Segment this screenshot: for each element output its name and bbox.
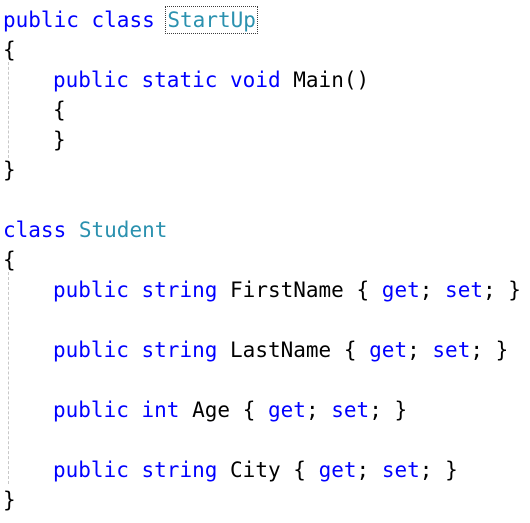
class-name-startup[interactable]: StartUp [165, 6, 258, 34]
code-line-brace[interactable]: } [3, 485, 16, 515]
semicolon: ; [419, 278, 433, 302]
property-name: City [230, 458, 281, 482]
property-name: LastName [230, 338, 332, 362]
code-line-brace[interactable]: { [53, 95, 66, 125]
semicolon: ; [419, 458, 433, 482]
brace: { [343, 338, 357, 362]
type-keyword: string [141, 338, 218, 362]
semicolon: ; [482, 278, 496, 302]
code-line-property-lastname[interactable]: public string LastName { get; set; } [53, 335, 508, 365]
code-line-brace[interactable]: } [53, 125, 66, 155]
accessor-get: get [369, 338, 408, 362]
class-name-student: Student [78, 218, 168, 242]
semicolon: ; [470, 338, 483, 362]
accessor-get: get [268, 398, 306, 422]
accessor-set: set [381, 458, 420, 482]
semicolon: ; [356, 458, 370, 482]
code-line-brace[interactable]: { [3, 35, 16, 65]
code-line-class-student[interactable]: class Student [3, 215, 167, 245]
accessor-set: set [445, 278, 483, 302]
type-keyword: string [141, 278, 218, 302]
brace: { [53, 98, 66, 122]
code-line-brace[interactable]: } [3, 155, 16, 185]
semicolon: ; [407, 338, 420, 362]
brace: { [356, 278, 370, 302]
brace: { [3, 248, 16, 272]
code-line-property-firstname[interactable]: public string FirstName { get; set; } [53, 275, 521, 305]
brace: } [53, 128, 66, 152]
keyword: class [3, 218, 67, 242]
code-editor[interactable]: public class StartUp { public static voi… [0, 0, 530, 523]
keyword: public [53, 278, 129, 302]
code-line-brace[interactable]: { [3, 245, 16, 275]
type-keyword: int [141, 398, 180, 422]
accessor-get: get [318, 458, 357, 482]
keyword: class [91, 8, 155, 32]
method-name: Main() [293, 68, 370, 92]
code-line-property-city[interactable]: public string City { get; set; } [53, 455, 458, 485]
accessor-get: get [381, 278, 420, 302]
keyword: void [230, 68, 281, 92]
keyword: public [53, 68, 129, 92]
property-name: Age [192, 398, 231, 422]
keyword: static [141, 68, 218, 92]
semicolon: ; [305, 398, 319, 422]
keyword: public [53, 458, 129, 482]
code-line-class-startup[interactable]: public class StartUp [3, 5, 258, 35]
brace: } [394, 398, 408, 422]
keyword: public [53, 398, 129, 422]
code-line-property-age[interactable]: public int Age { get; set; } [53, 395, 407, 425]
property-name: FirstName [230, 278, 344, 302]
accessor-set: set [331, 398, 370, 422]
keyword: public [3, 8, 79, 32]
accessor-set: set [432, 338, 471, 362]
brace: { [293, 458, 306, 482]
brace: { [242, 398, 256, 422]
brace: } [3, 488, 16, 512]
indent-guide [8, 272, 9, 484]
brace: } [445, 458, 458, 482]
brace: { [3, 38, 16, 62]
code-line-main-method[interactable]: public static void Main() [53, 65, 369, 95]
semicolon: ; [369, 398, 382, 422]
indent-guide [8, 62, 9, 158]
brace: } [495, 338, 509, 362]
brace: } [508, 278, 521, 302]
type-keyword: string [141, 458, 218, 482]
brace: } [3, 158, 16, 182]
keyword: public [53, 338, 129, 362]
